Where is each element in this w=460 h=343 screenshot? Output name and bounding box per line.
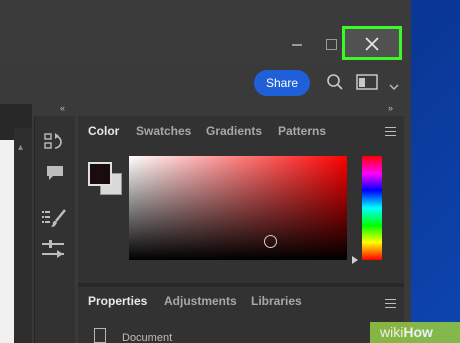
color-picker-cursor[interactable] — [264, 235, 277, 248]
tab-patterns[interactable]: Patterns — [278, 124, 326, 138]
foreground-color-swatch[interactable] — [88, 162, 112, 186]
document-icon — [94, 328, 106, 343]
minimize-button[interactable] — [286, 34, 308, 54]
share-button[interactable]: Share — [254, 70, 310, 96]
wikihow-watermark: wikiHow — [370, 322, 460, 343]
collapsed-panel-dock — [34, 116, 75, 343]
tab-color[interactable]: Color — [88, 124, 119, 138]
scroll-up-icon[interactable]: ▴ — [18, 142, 23, 153]
close-icon — [365, 37, 379, 51]
brush-settings-icon[interactable] — [41, 208, 67, 233]
hue-slider[interactable] — [362, 156, 382, 260]
color-picker-field[interactable] — [129, 156, 347, 260]
properties-panel-tabs: Properties Adjustments Libraries — [78, 286, 404, 314]
comments-icon[interactable] — [45, 164, 65, 187]
history-icon[interactable] — [44, 132, 66, 157]
watermark-wiki: wiki — [380, 324, 404, 340]
canvas-scrollbar[interactable] — [14, 128, 32, 343]
tab-libraries[interactable]: Libraries — [251, 294, 302, 308]
tab-properties[interactable]: Properties — [88, 294, 147, 308]
color-panel-tabs: Color Swatches Gradients Patterns — [78, 116, 404, 144]
close-button[interactable] — [342, 26, 402, 60]
tab-adjustments[interactable]: Adjustments — [164, 294, 237, 308]
chevron-down-icon[interactable] — [389, 78, 399, 96]
collapse-left-icon[interactable]: ‹‹ — [60, 103, 65, 113]
search-icon[interactable] — [326, 73, 344, 96]
properties-item-label: Document — [122, 332, 173, 343]
watermark-how: How — [403, 324, 433, 340]
document-canvas[interactable] — [0, 140, 14, 343]
tab-gradients[interactable]: Gradients — [206, 124, 262, 138]
color-panel-menu-icon[interactable] — [385, 127, 396, 136]
maximize-button[interactable] — [320, 34, 342, 54]
hue-slider-handle[interactable] — [352, 256, 358, 264]
tab-swatches[interactable]: Swatches — [136, 124, 191, 138]
options-bar — [0, 62, 411, 104]
properties-panel-menu-icon[interactable] — [385, 299, 396, 308]
app-window: ▴ ‹‹ ›› Color Swatches Gradients Pattern… — [0, 0, 411, 343]
collapse-right-icon[interactable]: ›› — [388, 103, 393, 113]
adjustments-icon[interactable] — [41, 240, 67, 265]
panel-divider — [78, 283, 404, 287]
workspace-icon[interactable] — [356, 74, 378, 95]
